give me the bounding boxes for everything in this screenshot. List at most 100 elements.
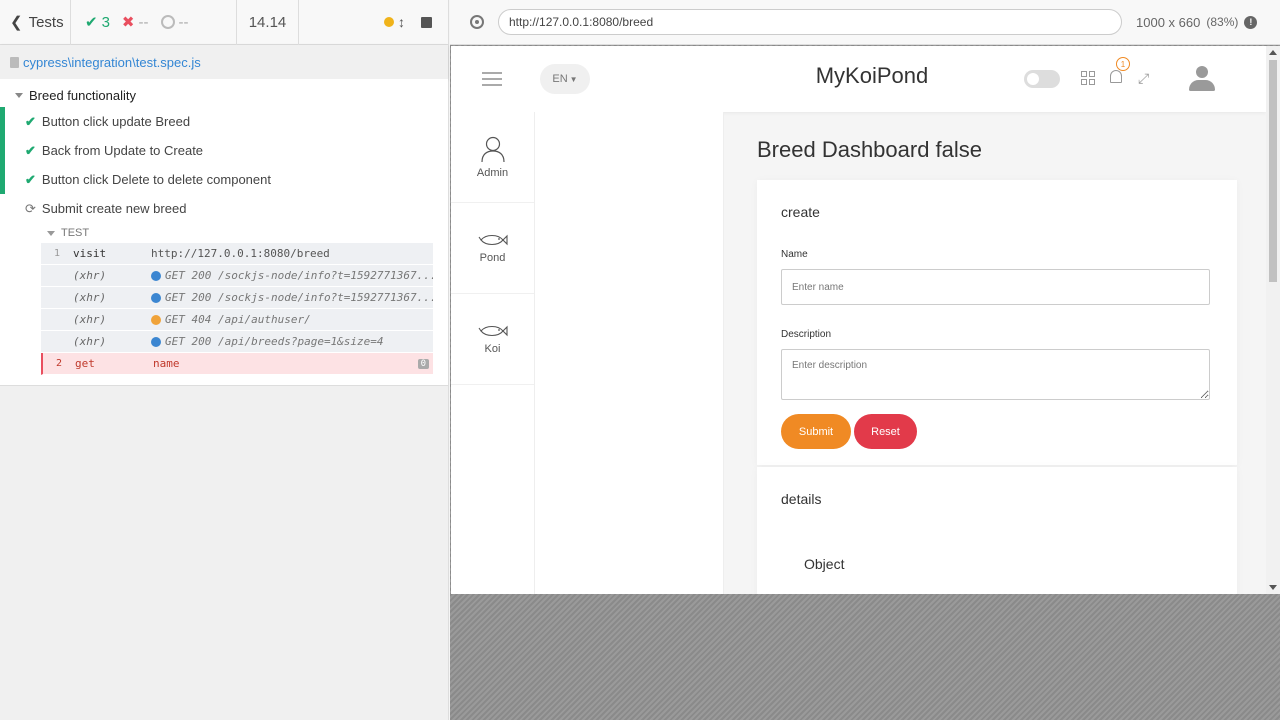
- command-message: GET 200 /sockjs-node/info?t=1592771367..…: [151, 291, 433, 304]
- selector-playground-icon[interactable]: [470, 15, 484, 29]
- app-subnav: [535, 112, 724, 594]
- sidebar-item-label: Admin: [476, 167, 509, 179]
- command-message-text: GET 200 /api/breeds?page=1&size=4: [165, 335, 384, 348]
- theme-toggle[interactable]: [1024, 70, 1060, 88]
- check-icon: ✔: [25, 113, 36, 129]
- sidebar-item-koi[interactable]: Koi: [451, 294, 534, 385]
- app-iframe: EN ▼ MyKoiPond 1 ⤢ Admin Pond Koi Breed …: [451, 46, 1280, 594]
- test-row-running[interactable]: ⟳ Submit create new breed: [0, 194, 448, 223]
- command-message-text: GET 200 /sockjs-node/info?t=1592771367..…: [165, 269, 433, 282]
- duration: 14.14: [237, 0, 299, 45]
- test-title: Submit create new breed: [41, 201, 187, 216]
- command-message: http://127.0.0.1:8080/breed: [151, 247, 433, 260]
- command-name: (xhr): [73, 269, 107, 282]
- sidebar-item-label: Pond: [479, 252, 506, 264]
- hook-row[interactable]: TEST: [0, 223, 448, 243]
- status-dot-icon: [151, 270, 161, 281]
- passed-stat: ✔ 3: [85, 13, 110, 32]
- test-row[interactable]: ✔ Button click update Breed: [0, 107, 448, 136]
- bell-icon[interactable]: [1110, 70, 1122, 83]
- description-input[interactable]: [781, 349, 1210, 400]
- command-message-text: GET 200 /sockjs-node/info?t=1592771367..…: [165, 291, 433, 304]
- command-name: (xhr): [73, 291, 107, 304]
- details-card-title: details: [781, 491, 822, 507]
- reset-button[interactable]: Reset: [854, 414, 917, 449]
- status-dot-icon: [151, 292, 161, 303]
- command-row-xhr[interactable]: (xhr) GET 200 /api/breeds?page=1&size=4: [41, 331, 433, 353]
- test-title: Button click Delete to delete component: [41, 172, 271, 187]
- main-content: Breed Dashboard false create Name Descri…: [757, 112, 1237, 594]
- scroll-arrows-icon: ↕: [398, 14, 405, 30]
- auto-scroll-toggle[interactable]: ↕: [384, 14, 405, 30]
- test-stats: ✔ 3 ✖ -- --: [71, 0, 237, 45]
- command-row[interactable]: 1 visit http://127.0.0.1:8080/breed: [41, 243, 433, 265]
- scroll-up-icon[interactable]: [1269, 50, 1277, 55]
- failed-stat: ✖ --: [121, 13, 149, 32]
- viewport-info[interactable]: 1000 x 660 (83%) !: [1136, 14, 1258, 30]
- caret-down-icon: [15, 92, 23, 98]
- suite-row[interactable]: Breed functionality: [0, 83, 448, 107]
- reporter-header: ❮ Tests ✔ 3 ✖ -- -- 14.14 ↕: [0, 0, 448, 45]
- fish-icon: [478, 325, 508, 337]
- passed-count: 3: [101, 13, 110, 31]
- command-message-text: GET 404 /api/authuser/: [165, 313, 311, 326]
- test-row[interactable]: ✔ Back from Update to Create: [0, 136, 448, 165]
- cypress-reporter: ❮ Tests ✔ 3 ✖ -- -- 14.14 ↕ cypress\inte…: [0, 0, 449, 720]
- failed-count: --: [138, 13, 149, 31]
- pending-stat: --: [160, 14, 189, 31]
- aut-header: http://127.0.0.1:8080/breed 1000 x 660 (…: [450, 0, 1280, 45]
- test-row[interactable]: ✔ Button click Delete to delete componen…: [0, 165, 448, 194]
- command-row-xhr[interactable]: (xhr) GET 200 /sockjs-node/info?t=159277…: [41, 265, 433, 287]
- chevron-left-icon: ❮: [10, 14, 23, 31]
- hook-label: TEST: [61, 227, 90, 239]
- command-message: GET 404 /api/authuser/: [151, 313, 433, 326]
- refresh-icon: ⟳: [25, 200, 36, 216]
- avatar[interactable]: [1188, 66, 1216, 92]
- details-card: details Object: [757, 467, 1237, 594]
- test-title: Button click update Breed: [41, 114, 191, 129]
- command-message: GET 200 /sockjs-node/info?t=1592771367..…: [151, 269, 433, 282]
- command-row-xhr[interactable]: (xhr) GET 404 /api/authuser/: [41, 309, 433, 331]
- fish-icon: [478, 234, 508, 246]
- command-message: name: [153, 357, 418, 370]
- page-title: Breed Dashboard false: [757, 137, 983, 162]
- check-icon: ✔: [25, 142, 36, 158]
- info-icon: !: [1244, 15, 1258, 29]
- scrollbar-thumb[interactable]: [1269, 60, 1277, 282]
- command-name: (xhr): [73, 335, 107, 348]
- sidebar-item-admin[interactable]: Admin: [451, 112, 534, 203]
- tests-back-button[interactable]: ❮ Tests: [0, 0, 71, 45]
- create-card: create Name Description Submit Reset: [757, 180, 1237, 465]
- check-icon: ✔: [25, 171, 36, 187]
- command-number: 2: [55, 358, 63, 369]
- stop-button[interactable]: [421, 16, 432, 28]
- grid-icon[interactable]: [1081, 71, 1095, 85]
- description-label: Description: [781, 329, 832, 340]
- command-name: (xhr): [73, 313, 107, 326]
- command-name: visit: [73, 247, 107, 260]
- url-text: http://127.0.0.1:8080/breed: [509, 15, 654, 29]
- name-input[interactable]: [781, 269, 1210, 305]
- caret-down-icon: [47, 230, 55, 236]
- suite-title: Breed functionality: [29, 87, 136, 103]
- viewport-size: 1000 x 660: [1136, 14, 1201, 30]
- scroll-down-icon[interactable]: [1269, 585, 1277, 590]
- submit-button[interactable]: Submit: [781, 414, 851, 449]
- check-icon: ✔: [85, 14, 98, 31]
- spec-file-bar: cypress\integration\test.spec.js: [0, 45, 448, 79]
- app-topnav: EN ▼ MyKoiPond 1 ⤢: [451, 46, 1266, 112]
- app-brand: MyKoiPond: [815, 63, 929, 88]
- app-scrollbar[interactable]: [1266, 46, 1280, 594]
- spec-file-link[interactable]: cypress\integration\test.spec.js: [23, 55, 201, 70]
- user-outline-icon: [480, 136, 505, 163]
- command-row-failed[interactable]: 2 get name 0: [41, 353, 433, 375]
- command-message: GET 200 /api/breeds?page=1&size=4: [151, 335, 433, 348]
- status-dot-icon: [151, 336, 161, 347]
- fullscreen-icon[interactable]: ⤢: [1138, 71, 1152, 85]
- sidebar-item-pond[interactable]: Pond: [451, 203, 534, 294]
- x-icon: ✖: [121, 14, 135, 31]
- url-bar: http://127.0.0.1:8080/breed: [498, 9, 1122, 35]
- name-label: Name: [781, 249, 808, 260]
- command-row-xhr[interactable]: (xhr) GET 200 /sockjs-node/info?t=159277…: [41, 287, 433, 309]
- reporter-controls: ↕: [299, 0, 448, 45]
